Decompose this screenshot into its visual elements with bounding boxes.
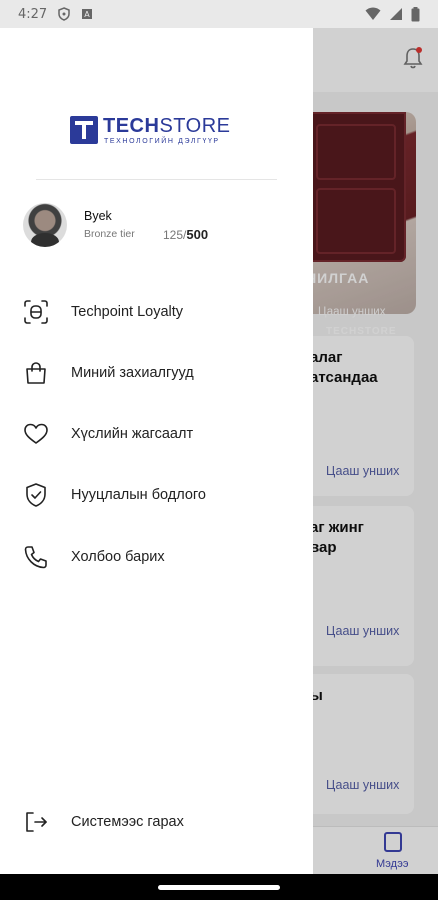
logout-label: Системээс гарах — [71, 814, 184, 830]
shield-status-icon — [58, 7, 70, 21]
shield-check-icon — [23, 482, 49, 508]
logo-text: TECHSTORE — [103, 115, 231, 137]
notification-status-icon: A — [82, 9, 93, 19]
divider — [36, 179, 277, 180]
navigation-drawer: TECHSTORE ТЕХНОЛОГИЙН ДЭЛГҮҮР Byek Bronz… — [0, 28, 313, 874]
logout-button[interactable]: Системээс гарах — [0, 799, 313, 845]
menu-item-label: Techpoint Loyalty — [71, 304, 184, 320]
home-gesture-handle[interactable] — [158, 885, 280, 890]
user-name: Byek — [84, 209, 112, 223]
user-tier: Bronze tier — [84, 228, 135, 240]
signal-icon — [390, 8, 402, 20]
phone-icon — [23, 544, 49, 570]
loyalty-icon — [23, 299, 49, 325]
menu-item-label: Миний захиалгууд — [71, 365, 194, 381]
menu-item-label: Холбоо барих — [71, 549, 165, 565]
wifi-icon — [365, 7, 381, 20]
logo-subtitle: ТЕХНОЛОГИЙН ДЭЛГҮҮР — [104, 138, 220, 145]
menu-item-wishlist[interactable]: Хүслийн жагсаалт — [0, 411, 313, 457]
battery-icon — [411, 6, 420, 21]
menu-item-techpoint-loyalty[interactable]: Techpoint Loyalty — [0, 289, 313, 335]
menu-item-privacy-policy[interactable]: Нууцлалын бодлого — [0, 472, 313, 518]
shopping-bag-icon — [23, 360, 49, 386]
menu-item-my-orders[interactable]: Миний захиалгууд — [0, 350, 313, 396]
status-time: 4:27 — [18, 6, 48, 22]
loyalty-points: 125/500 — [163, 227, 209, 242]
logout-icon — [23, 809, 49, 835]
menu-item-contact[interactable]: Холбоо барих — [0, 534, 313, 580]
svg-text:A: A — [84, 10, 90, 19]
menu-item-label: Нууцлалын бодлого — [71, 487, 206, 503]
menu-item-label: Хүслийн жагсаалт — [71, 426, 194, 442]
techstore-logo: TECHSTORE ТЕХНОЛОГИЙН ДЭЛГҮҮР — [70, 115, 246, 152]
status-bar: 4:27 A — [0, 0, 438, 28]
logo-mark-icon — [70, 116, 98, 144]
avatar[interactable] — [23, 203, 67, 247]
heart-icon — [23, 421, 49, 447]
